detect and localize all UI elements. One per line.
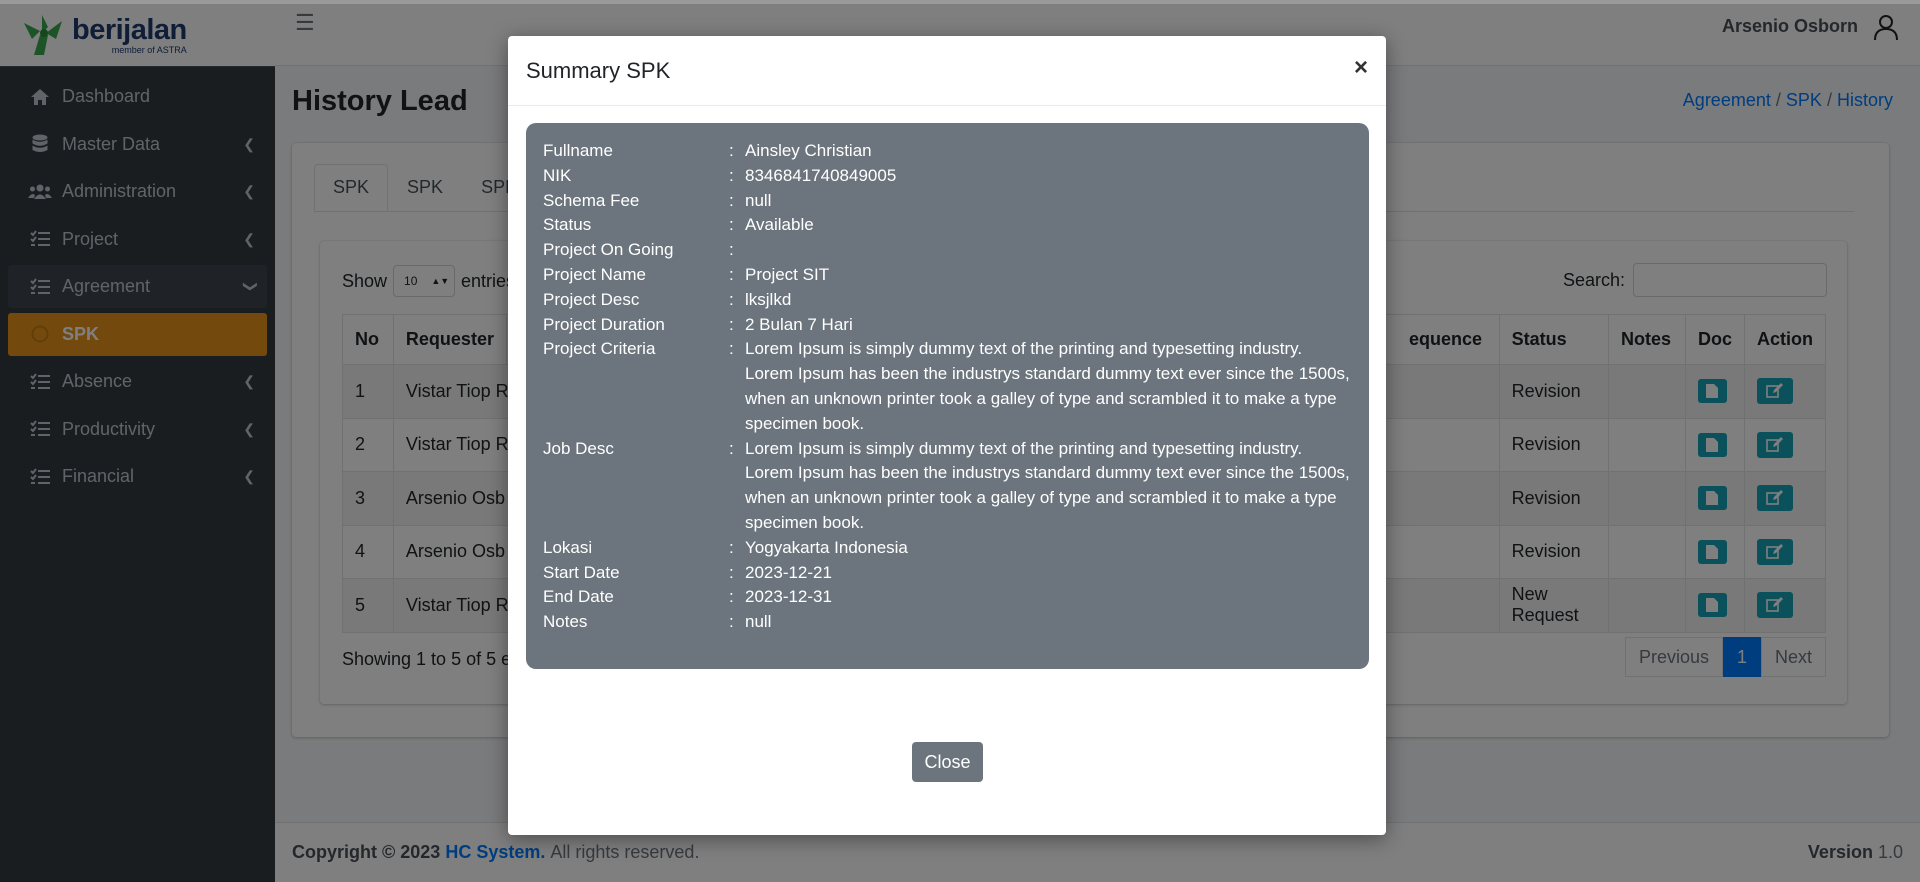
field-schema-fee: Schema Fee: null	[543, 189, 1352, 214]
field-colon: :	[729, 141, 734, 160]
field-colon: :	[729, 314, 734, 334]
field-key: Project On Going	[543, 240, 674, 260]
field-key: Lokasi	[543, 537, 593, 557]
field-key: Project Criteria	[543, 339, 656, 359]
field-value: Project SIT	[745, 264, 830, 284]
field-key: Notes	[543, 612, 588, 632]
close-button[interactable]: Close	[912, 742, 983, 782]
field-start-date: Start Date:2023-12-21	[543, 561, 1352, 586]
modal-title: Summary SPK	[526, 57, 671, 83]
field-job-desc: Job Desc: Lorem Ipsum is simply dummy tex…	[543, 437, 1352, 536]
field-colon: :	[729, 438, 734, 458]
field-colon: :	[729, 264, 734, 284]
field-key: Schema Fee	[543, 190, 640, 210]
field-value: Lorem Ipsum is simply dummy text of the …	[745, 438, 1350, 532]
field-project-duration: Project Duration:2 Bulan 7 Hari	[543, 313, 1352, 338]
field-key: Fullname	[543, 141, 613, 160]
field-value: Ainsley Christian	[745, 141, 872, 160]
field-value: lksjlkd	[745, 289, 792, 309]
field-colon: :	[729, 612, 734, 632]
field-fullname: Fullname: Ainsley Christian	[543, 139, 1352, 164]
field-end-date: End Date:2023-12-31	[543, 585, 1352, 610]
field-key: Status	[543, 215, 592, 235]
field-value: Available	[745, 215, 814, 235]
field-value: 8346841740849005	[745, 165, 897, 185]
field-colon: :	[729, 562, 734, 582]
field-value: Lorem Ipsum is simply dummy text of the …	[745, 339, 1350, 433]
field-value: 2 Bulan 7 Hari	[745, 314, 853, 334]
field-lokasi: Lokasi: Yogyakarta Indonesia	[543, 536, 1352, 561]
field-key: Project Name	[543, 264, 646, 284]
field-project-criteria: Project Criteria: Lorem Ipsum is simply d…	[543, 337, 1352, 436]
field-key: Start Date	[543, 562, 620, 582]
field-nik: NIK:8346841740849005	[543, 164, 1352, 189]
field-colon: :	[729, 240, 734, 260]
field-key: Project Desc	[543, 289, 640, 309]
summary-panel: Fullname: Ainsley Christian NIK:834684174…	[526, 123, 1369, 669]
field-colon: :	[729, 289, 734, 309]
field-project-name: Project Name: Project SIT	[543, 263, 1352, 288]
summary-spk-modal: Summary SPK × Fullname: Ainsley Christian…	[508, 36, 1386, 835]
field-value: 2023-12-21	[745, 562, 832, 582]
field-status: Status: Available	[543, 213, 1352, 238]
field-notes: Notes: null	[543, 610, 1352, 635]
field-colon: :	[729, 190, 734, 210]
field-colon: :	[729, 339, 734, 359]
field-project-on-going: Project On Going:	[543, 238, 1352, 263]
close-icon[interactable]: ×	[1354, 55, 1368, 80]
field-value: Yogyakarta Indonesia	[745, 537, 908, 557]
field-colon: :	[729, 587, 734, 607]
field-value: 2023-12-31	[745, 587, 832, 607]
field-project-desc: Project Desc: lksjlkd	[543, 288, 1352, 313]
modal-header: Summary SPK ×	[508, 36, 1386, 106]
field-colon: :	[729, 215, 734, 235]
field-colon: :	[729, 537, 734, 557]
field-value	[745, 238, 1352, 263]
field-key: End Date	[543, 587, 614, 607]
field-key: NIK	[543, 165, 572, 185]
field-key: Project Duration	[543, 314, 665, 334]
field-value: null	[745, 612, 772, 632]
field-value: null	[745, 190, 772, 210]
field-colon: :	[729, 165, 734, 185]
field-key: Job Desc	[543, 438, 614, 458]
